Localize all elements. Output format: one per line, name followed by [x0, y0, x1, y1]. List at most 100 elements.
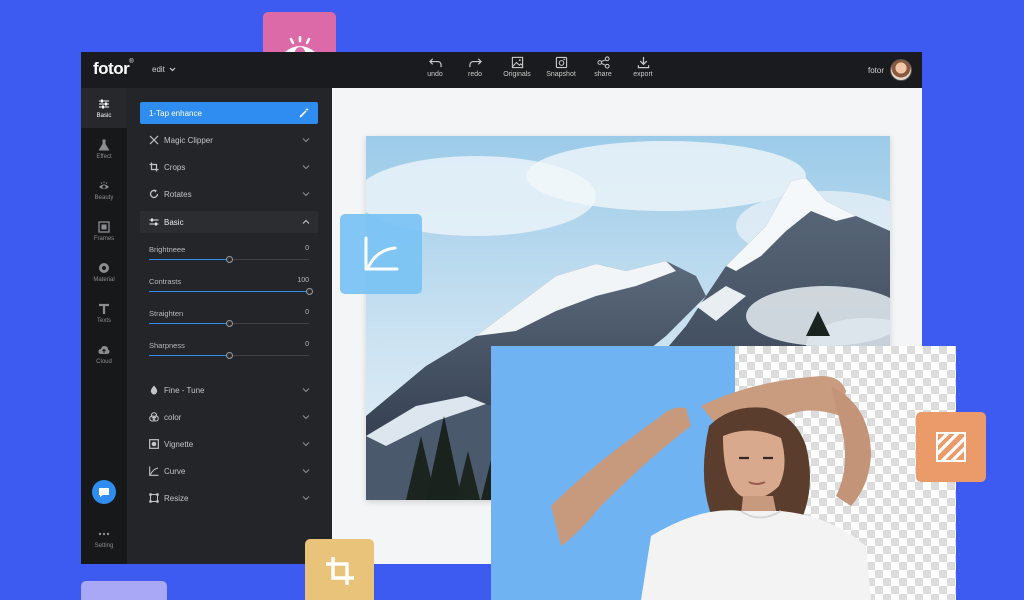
- crop-icon: [149, 162, 159, 172]
- share-label: share: [594, 71, 612, 78]
- toolbar: undo redo Originals Snapshot share expor…: [415, 56, 663, 78]
- chevron-down-icon: [302, 165, 310, 170]
- app-logo[interactable]: fotor®: [93, 59, 134, 79]
- section-label: color: [164, 412, 182, 422]
- chevron-down-icon: [169, 67, 176, 72]
- slider-knob[interactable]: [225, 256, 233, 263]
- rail-item-cloud[interactable]: Cloud: [81, 334, 127, 374]
- flask-icon: [98, 138, 110, 151]
- rail-item-texts[interactable]: Texts: [81, 293, 127, 333]
- magic-wand-icon: [299, 107, 309, 118]
- section-label: Magic Clipper: [164, 135, 213, 145]
- rail-label-basic: Basic: [96, 112, 112, 119]
- section-fine-tune[interactable]: Fine - Tune: [140, 379, 318, 401]
- slider-knob[interactable]: [225, 352, 233, 359]
- cloud-icon: [98, 345, 110, 354]
- section-label: Vignette: [164, 439, 194, 449]
- rail-label-effect: Effect: [96, 153, 112, 160]
- rail-item-basic[interactable]: Basic: [81, 88, 127, 128]
- slider-knob[interactable]: [305, 288, 313, 295]
- originals-button[interactable]: Originals: [495, 56, 539, 78]
- undo-label: undo: [427, 71, 443, 78]
- snapshot-label: Snapshot: [546, 71, 576, 78]
- slider-label: Sharpness: [149, 341, 185, 350]
- slider-fill: [149, 291, 309, 292]
- curve-tile: [340, 214, 422, 294]
- palette-icon: [149, 412, 159, 422]
- section-crops[interactable]: Crops: [140, 156, 318, 178]
- undo-button[interactable]: undo: [415, 56, 455, 78]
- curve-icon: [149, 466, 159, 476]
- chat-button[interactable]: [92, 480, 116, 504]
- rail-item-effect[interactable]: Effect: [81, 129, 127, 169]
- redo-label: redo: [467, 71, 482, 78]
- rail-item-beauty[interactable]: Beauty: [81, 170, 127, 210]
- top-bar: fotor® edit undo redo Originals Snapshot: [81, 52, 922, 88]
- crop-icon: [325, 557, 354, 585]
- user-menu[interactable]: fotor: [868, 59, 912, 81]
- slider-track[interactable]: [149, 256, 309, 263]
- section-color[interactable]: color: [140, 406, 318, 428]
- section-magic-clipper[interactable]: Magic Clipper: [140, 129, 318, 151]
- section-resize[interactable]: Resize: [140, 487, 318, 509]
- edit-menu[interactable]: edit: [152, 65, 176, 74]
- share-icon: [596, 56, 610, 69]
- background-remover-preview: [491, 346, 956, 600]
- rotate-icon: [149, 189, 159, 199]
- section-label: Curve: [164, 466, 186, 476]
- eye-icon: [99, 181, 109, 189]
- user-name: fotor: [867, 65, 884, 75]
- section-label: Rotates: [164, 189, 192, 199]
- sliders-icon: [149, 218, 159, 226]
- rail-item-frames[interactable]: Frames: [81, 211, 127, 251]
- chevron-down-icon: [302, 442, 310, 447]
- section-vignette[interactable]: Vignette: [140, 433, 318, 455]
- more-icon: [98, 532, 110, 535]
- chevron-down-icon: [302, 138, 310, 143]
- slider-value: 0: [305, 341, 309, 348]
- slider-label: Contrasts: [149, 277, 182, 286]
- portrait-cutout-image: [491, 346, 956, 600]
- section-rotates[interactable]: Rotates: [140, 183, 318, 205]
- slider-track[interactable]: [149, 320, 309, 327]
- share-button[interactable]: share: [583, 56, 623, 78]
- text-icon: [99, 303, 109, 314]
- scissors-icon: [149, 135, 159, 145]
- slider-track[interactable]: [149, 352, 309, 359]
- adjust-panel: 1-Tap enhance Magic Clipper Crops Rotate…: [127, 88, 332, 564]
- frame-icon: [98, 220, 110, 233]
- sliders-icon: [99, 99, 109, 108]
- purple-tile: [81, 581, 167, 600]
- chevron-down-icon: [302, 388, 310, 393]
- undo-icon: [428, 58, 442, 68]
- rail-label-setting: Setting: [94, 542, 114, 549]
- left-rail: Basic Effect Beauty Frames Material Text…: [81, 88, 127, 564]
- crop-tile: [305, 539, 374, 600]
- chevron-up-icon: [302, 219, 310, 224]
- image-icon: [511, 56, 523, 69]
- curve-icon: [364, 236, 399, 271]
- slider-value: 0: [305, 245, 309, 252]
- slider-value: 0: [305, 309, 309, 316]
- rail-item-material[interactable]: Material: [81, 252, 127, 292]
- rail-label-material: Material: [93, 276, 115, 283]
- enhance-label: 1-Tap enhance: [149, 108, 202, 118]
- slider-track[interactable]: [149, 288, 313, 295]
- section-basic[interactable]: Basic: [140, 211, 318, 233]
- section-label: Fine - Tune: [164, 385, 205, 395]
- vignette-icon: [149, 439, 159, 449]
- redo-icon: [468, 58, 482, 68]
- one-tap-enhance-button[interactable]: 1-Tap enhance: [140, 102, 318, 124]
- slider-knob[interactable]: [225, 320, 233, 327]
- section-label: Basic: [164, 217, 184, 227]
- redo-button[interactable]: redo: [455, 56, 495, 78]
- chevron-down-icon: [302, 496, 310, 501]
- drop-icon: [150, 385, 158, 395]
- export-button[interactable]: export: [623, 56, 663, 78]
- snapshot-button[interactable]: Snapshot: [539, 56, 583, 78]
- export-label: export: [633, 71, 653, 78]
- slider-fill: [149, 323, 229, 324]
- transparency-tile: [916, 412, 986, 482]
- section-curve[interactable]: Curve: [140, 460, 318, 482]
- rail-item-setting[interactable]: Setting: [81, 518, 127, 558]
